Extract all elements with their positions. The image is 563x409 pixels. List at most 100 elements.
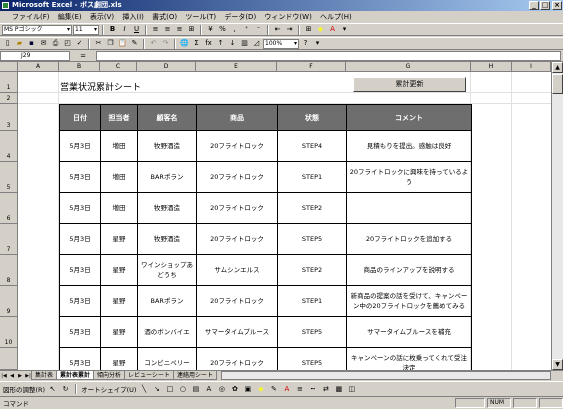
col-header-c[interactable]: C — [100, 62, 137, 72]
decrease-decimal-icon[interactable]: ⁻ — [253, 24, 264, 35]
close-button[interactable]: × — [552, 1, 562, 10]
menu-format[interactable]: 書式(O) — [152, 13, 177, 21]
cell-customer[interactable]: 牧野酒造 — [137, 130, 197, 162]
toolbar-options-icon-2[interactable]: ▾ — [312, 38, 323, 49]
sort-ascending-icon[interactable]: ↑ — [215, 38, 226, 49]
line-color-icon[interactable]: ✎ — [268, 384, 279, 395]
decrease-indent-icon[interactable]: ⇤ — [272, 24, 283, 35]
cell-status[interactable]: STEP2 — [277, 192, 347, 224]
paste-function-icon[interactable]: fx — [203, 38, 214, 49]
vertical-scrollbar[interactable]: ▲ ▼ — [551, 62, 563, 370]
3d-icon[interactable]: ◫ — [346, 384, 357, 395]
select-all-corner[interactable] — [0, 62, 18, 72]
cell-product[interactable]: 20フライトロック — [196, 347, 278, 370]
cell-customer[interactable]: 牧野酒造 — [137, 192, 197, 224]
font-name-combo[interactable]: MS Pゴシック — [2, 24, 72, 35]
menu-data[interactable]: データ(D) — [224, 13, 256, 21]
cell-customer[interactable]: 牧野酒造 — [137, 223, 197, 255]
cell-comment[interactable]: 20フライトロックを追加する — [346, 223, 472, 255]
sort-descending-icon[interactable]: ↓ — [227, 38, 238, 49]
menu-file[interactable]: ファイル(F) — [12, 13, 50, 21]
format-painter-icon[interactable]: ✎ — [129, 38, 140, 49]
col-header-e[interactable]: E — [196, 62, 277, 72]
cell-rep[interactable]: 星野 — [100, 223, 138, 255]
align-right-icon[interactable]: ≡ — [174, 24, 185, 35]
print-icon[interactable]: ⎙ — [50, 38, 61, 49]
header-status[interactable]: 状態 — [277, 104, 347, 131]
tab-trend[interactable]: 傾向分析 — [93, 371, 126, 380]
cell-rep[interactable]: 星野 — [100, 347, 138, 370]
rotate-icon[interactable]: ↻ — [60, 384, 71, 395]
cell-product[interactable]: 20フライトロック — [196, 192, 278, 224]
select-objects-icon[interactable]: ↖ — [47, 384, 58, 395]
cell-status[interactable]: STEP1 — [277, 161, 347, 193]
print-preview-icon[interactable]: ◰ — [62, 38, 73, 49]
worksheet-grid[interactable]: A B C D E F G H I 1 2 3 4 5 6 7 8 9 10 営… — [0, 62, 551, 370]
cell-date[interactable]: 5月3日 — [59, 161, 101, 193]
font-color-draw-icon[interactable]: A — [281, 384, 292, 395]
cell-customer[interactable]: ワインショップあどうち — [137, 254, 197, 286]
cell-rep[interactable]: 星野 — [100, 254, 138, 286]
rectangle-icon[interactable]: □ — [164, 384, 175, 395]
cut-icon[interactable]: ✂ — [93, 38, 104, 49]
cell-status[interactable]: STEP1 — [277, 285, 347, 317]
cell-rep[interactable]: 増田 — [100, 192, 138, 224]
menu-edit[interactable]: 編集(E) — [58, 13, 82, 21]
undo-icon[interactable]: ↶ — [148, 38, 159, 49]
scroll-up-arrow-icon[interactable]: ▲ — [552, 62, 563, 73]
borders-icon[interactable]: ⊞ — [303, 24, 314, 35]
paste-icon[interactable]: 📋 — [117, 38, 128, 49]
clipart-icon[interactable]: ✿ — [229, 384, 240, 395]
row-header-1[interactable]: 1 — [0, 72, 18, 93]
tab-summary[interactable]: 集計表 — [31, 371, 58, 380]
row-header-3[interactable]: 3 — [0, 104, 18, 131]
header-date[interactable]: 日付 — [59, 104, 101, 131]
cell-product[interactable]: サマータイムブルース — [196, 316, 278, 348]
cell-date[interactable]: 5月3日 — [59, 254, 101, 286]
cell-rep[interactable]: 星野 — [100, 316, 138, 348]
redo-icon[interactable]: ↷ — [160, 38, 171, 49]
increase-indent-icon[interactable]: ⇥ — [284, 24, 295, 35]
tab-contact[interactable]: 連絡用シート — [172, 371, 217, 380]
percent-icon[interactable]: % — [217, 24, 228, 35]
italic-button[interactable]: I — [119, 24, 130, 35]
row-header-9[interactable]: 9 — [0, 286, 18, 317]
col-header-f[interactable]: F — [277, 62, 346, 72]
cell-product[interactable]: 20フライトロック — [196, 161, 278, 193]
cell-comment[interactable]: 見積もりを提出。感触は良好 — [346, 130, 472, 162]
wordart-icon[interactable]: A — [203, 384, 214, 395]
cell-rep[interactable]: 星野 — [100, 285, 138, 317]
row-header-2[interactable]: 2 — [0, 93, 18, 104]
first-sheet-icon[interactable]: |◀ — [0, 373, 8, 379]
currency-icon[interactable]: ¥ — [205, 24, 216, 35]
tab-cumulative[interactable]: 累計表累計 — [56, 371, 95, 380]
cell-date[interactable]: 5月3日 — [59, 285, 101, 317]
cell-date[interactable]: 5月3日 — [59, 130, 101, 162]
row-header-8[interactable]: 8 — [0, 255, 18, 286]
cell-product[interactable]: 20フライトロック — [196, 130, 278, 162]
align-center-icon[interactable]: ≡ — [162, 24, 173, 35]
textbox-icon[interactable]: ▤ — [190, 384, 201, 395]
cell-date[interactable]: 5月3日 — [59, 347, 101, 370]
maximize-button[interactable]: □ — [540, 1, 550, 10]
cell-product[interactable]: サムシンエルス — [196, 254, 278, 286]
autosum-icon[interactable]: Σ — [191, 38, 202, 49]
chart-wizard-icon[interactable]: ▥ — [239, 38, 250, 49]
menu-window[interactable]: ウィンドウ(W) — [264, 13, 311, 21]
cell-date[interactable]: 5月3日 — [59, 192, 101, 224]
header-comment[interactable]: コメント — [346, 104, 472, 131]
draw-menu[interactable]: 図形の調整(R) — [3, 384, 45, 394]
header-product[interactable]: 商品 — [196, 104, 278, 131]
col-header-a[interactable]: A — [18, 62, 59, 72]
autoshapes-menu[interactable]: オートシェイプ(U) — [81, 384, 136, 394]
cell-customer[interactable]: 酒のボンバイエ — [137, 316, 197, 348]
row-header-6[interactable]: 6 — [0, 193, 18, 224]
menu-tools[interactable]: ツール(T) — [185, 13, 216, 21]
name-box[interactable]: J29 — [0, 50, 70, 61]
fill-color-draw-icon[interactable]: ◈ — [255, 384, 266, 395]
cell-date[interactable]: 5月3日 — [59, 223, 101, 255]
col-header-g[interactable]: G — [346, 62, 471, 72]
cell-product[interactable]: 20フライトロック — [196, 285, 278, 317]
cell-customer[interactable]: BARポラン — [137, 161, 197, 193]
header-rep[interactable]: 担当者 — [100, 104, 138, 131]
